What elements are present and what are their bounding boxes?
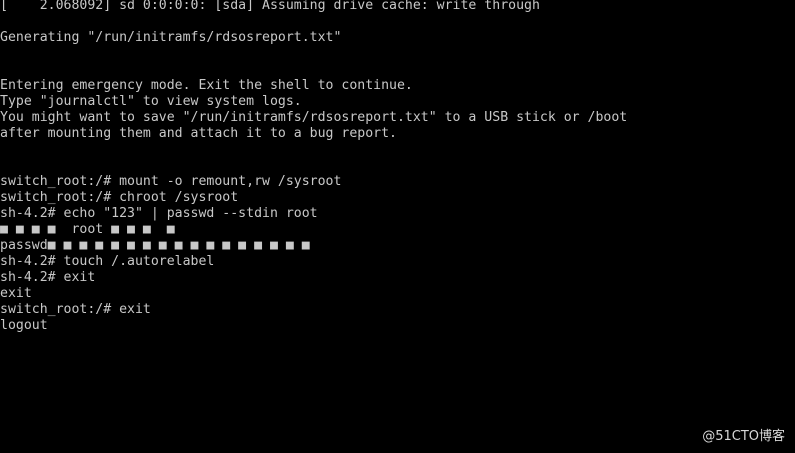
terminal-line: Entering emergency mode. Exit the shell … — [0, 78, 413, 93]
terminal-line: exit — [0, 286, 32, 301]
terminal-line: Type "journalctl" to view system logs. — [0, 94, 302, 109]
terminal-line: switch_root:/# mount -o remount,rw /sysr… — [0, 174, 342, 189]
terminal-console[interactable]: [ 2.068092] sd 0:0:0:0: [sda] Assuming d… — [0, 0, 795, 438]
terminal-line: sh-4.2# exit — [0, 270, 96, 285]
terminal-line: after mounting them and attach it to a b… — [0, 126, 397, 141]
terminal-line: [ 2.068092] sd 0:0:0:0: [sda] Assuming d… — [0, 0, 540, 13]
terminal-line: switch_root:/# exit — [0, 302, 151, 317]
terminal-line: Generating "/run/initramfs/rdsosreport.t… — [0, 30, 342, 45]
terminal-line: sh-4.2# echo "123" | passwd --stdin root — [0, 206, 318, 221]
terminal-line: You might want to save "/run/initramfs/r… — [0, 110, 628, 125]
terminal-line: sh-4.2# touch /.autorelabel — [0, 254, 215, 269]
terminal-line: switch_root:/# chroot /sysroot — [0, 190, 239, 205]
terminal-line: ■ ■ ■ ■ root ■ ■ ■ ■ — [0, 222, 175, 237]
terminal-line: passwd■ ■ ■ ■ ■ ■ ■ ■ ■ ■ ■ ■ ■ ■ ■ ■ ■ — [0, 238, 310, 253]
terminal-line: logout — [0, 318, 48, 333]
watermark-label: @51CTO博客 — [702, 429, 785, 444]
